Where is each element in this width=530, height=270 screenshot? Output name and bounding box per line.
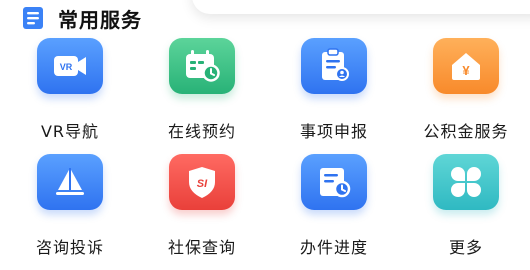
clover-grid-icon [451, 167, 481, 197]
section-header: 常用服务 [22, 6, 142, 32]
service-tile[interactable] [433, 154, 499, 210]
section-title: 常用服务 [58, 7, 142, 32]
document-clock-icon [320, 168, 351, 198]
service-tile[interactable]: VR [37, 38, 103, 94]
service-label: 办件进度 [299, 238, 368, 257]
service-label: 公积金服务 [423, 122, 509, 141]
service-label: 更多 [448, 238, 483, 257]
service-tile[interactable]: SI [169, 154, 235, 210]
service-label: 在线预约 [167, 122, 236, 141]
clipboard-person-icon [322, 48, 349, 81]
paper-plane-icon [56, 168, 84, 195]
top-card [192, 0, 530, 14]
svg-text:SI: SI [197, 178, 208, 190]
svg-text:VR: VR [60, 62, 73, 72]
service-label: VR导航 [40, 122, 100, 141]
service-tile[interactable] [37, 154, 103, 210]
vr-camera-icon: VR [54, 56, 86, 76]
service-tile[interactable]: ¥ [433, 38, 499, 94]
document-icon [23, 7, 43, 29]
svg-text:¥: ¥ [462, 63, 470, 78]
calendar-clock-icon [186, 50, 220, 82]
si-shield-icon: SI [189, 167, 215, 198]
service-label: 社保查询 [167, 238, 236, 257]
service-tile[interactable] [169, 38, 235, 94]
service-tile[interactable] [301, 154, 367, 210]
house-yuan-icon: ¥ [452, 53, 480, 80]
service-tile[interactable] [301, 38, 367, 94]
service-label: 咨询投诉 [35, 238, 104, 257]
service-label: 事项申报 [299, 122, 368, 141]
